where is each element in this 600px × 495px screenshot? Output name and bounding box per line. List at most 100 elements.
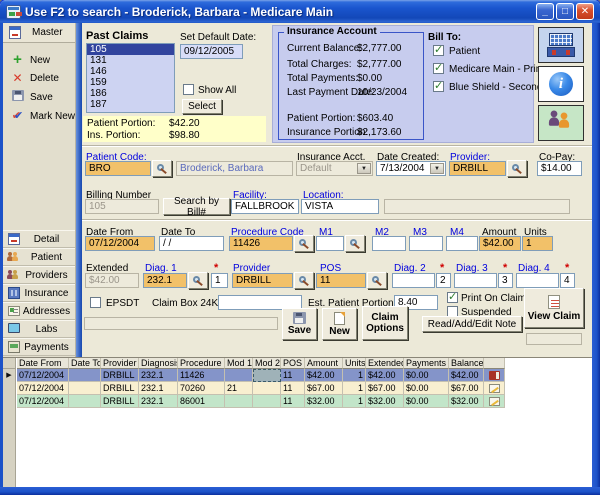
procedure-code-field[interactable]: 11426 [229, 236, 293, 251]
pos-search-button[interactable] [367, 272, 387, 289]
dropdown-arrow-icon[interactable]: ▼ [430, 163, 444, 174]
info-button[interactable]: i [538, 66, 584, 102]
claim-options-button[interactable]: Claim Options [362, 306, 408, 340]
sidebar-item-labs[interactable]: Labs [3, 320, 75, 338]
m3-field[interactable] [409, 236, 443, 251]
diag1-field[interactable]: 232.1 [143, 273, 187, 288]
patients-button[interactable] [538, 105, 584, 141]
diag3-field[interactable] [454, 273, 497, 288]
sidebar-item-addresses[interactable]: Addresses [3, 302, 75, 320]
bill-to-medicare-checkbox[interactable] [433, 63, 444, 74]
units-field[interactable]: 1 [522, 236, 553, 251]
claim-provider-search-button[interactable] [294, 272, 314, 289]
location-name-field [384, 199, 570, 214]
diag2-order-field[interactable]: 2 [436, 273, 451, 288]
sidebar-item-providers[interactable]: Providers [3, 266, 75, 284]
note-cell[interactable] [484, 369, 505, 382]
past-claims-item[interactable]: 105 [87, 44, 174, 55]
col-amount[interactable]: Amount [305, 358, 343, 369]
claim-new-button[interactable]: New [322, 308, 357, 340]
past-claims-item[interactable]: 131 [87, 55, 174, 66]
grid-row-selected[interactable]: 07/12/2004 DRBILL 232.1 11426 11 $42.00 … [17, 369, 505, 382]
magnifier-icon [299, 276, 306, 283]
diag4-order-field[interactable]: 4 [560, 273, 575, 288]
claim-provider-field[interactable]: DRBILL [232, 273, 293, 288]
patient-search-button[interactable] [152, 160, 172, 177]
m1-field[interactable] [316, 236, 344, 251]
m2-field[interactable] [372, 236, 406, 251]
col-payments[interactable]: Payments [404, 358, 449, 369]
print-on-claim-checkbox[interactable] [447, 292, 458, 303]
past-claims-item[interactable]: 187 [87, 99, 174, 110]
show-all-checkbox[interactable] [183, 84, 194, 95]
mark-new-label: Mark New [30, 111, 75, 122]
date-to-field[interactable]: / / [159, 236, 224, 251]
pos-field[interactable]: 11 [316, 273, 366, 288]
col-balance[interactable]: Balance [449, 358, 484, 369]
diag2-field[interactable] [392, 273, 435, 288]
col-date-from[interactable]: Date From [17, 358, 69, 369]
default-date-field[interactable]: 09/12/2005 [180, 44, 243, 59]
procedure-search-button[interactable] [294, 235, 314, 252]
past-claims-item[interactable]: 146 [87, 66, 174, 77]
grid-row[interactable]: 07/12/2004 DRBILL 232.1 70260 21 11 $67.… [17, 382, 505, 395]
facility-field[interactable]: FALLBROOK [231, 199, 299, 214]
billing-button[interactable] [538, 27, 584, 63]
col-mod1[interactable]: Mod 1 [225, 358, 253, 369]
col-procedure[interactable]: Procedure [178, 358, 225, 369]
focused-cell[interactable] [253, 369, 281, 382]
diag1-search-button[interactable] [188, 272, 208, 289]
col-date-to[interactable]: Date To [69, 358, 101, 369]
sidebar-item-detail[interactable]: Detail [3, 230, 75, 248]
location-field[interactable]: VISTA [301, 199, 379, 214]
col-extended[interactable]: Extended [366, 358, 404, 369]
sidebar-item-save[interactable]: Save [3, 88, 75, 106]
grid-row[interactable]: 07/12/2004 DRBILL 232.1 86001 11 $32.00 … [17, 395, 505, 408]
sidebar-item-patient[interactable]: Patient [3, 248, 75, 266]
diag3-order-field[interactable]: 3 [498, 273, 513, 288]
col-pos[interactable]: POS [281, 358, 305, 369]
total-payments-value: $0.00 [357, 73, 382, 84]
past-claims-item[interactable]: 159 [87, 77, 174, 88]
provider-field[interactable]: DRBILL [449, 161, 506, 176]
close-button[interactable]: ✕ [576, 3, 594, 20]
col-mod2[interactable]: Mod 2 [253, 358, 281, 369]
sidebar-item-new[interactable]: + New [3, 51, 75, 69]
edit-note-icon [489, 397, 500, 406]
bill-to-blueshield-checkbox[interactable] [433, 81, 444, 92]
sidebar-item-mark-new[interactable]: ✔✔ Mark New [3, 107, 75, 125]
date-created-select[interactable]: 7/13/2004▼ [376, 161, 446, 176]
sidebar-master-header[interactable]: Master [3, 23, 75, 43]
col-provider[interactable]: Provider [101, 358, 139, 369]
view-claim-button[interactable]: View Claim [524, 288, 584, 328]
edit-cell[interactable] [484, 382, 505, 395]
col-units[interactable]: Units [343, 358, 366, 369]
co-pay-field[interactable]: $14.00 [537, 161, 582, 176]
past-claims-list[interactable]: 105 131 146 159 186 187 [86, 43, 175, 113]
grid-row-gutter: ▶ [3, 358, 16, 487]
diag4-field[interactable] [516, 273, 559, 288]
section-divider [82, 219, 592, 221]
amount-field[interactable]: $42.00 [479, 236, 521, 251]
sidebar-item-payments[interactable]: Payments [3, 338, 75, 356]
patient-code-field[interactable]: BRO [85, 161, 151, 176]
minimize-button[interactable]: _ [536, 3, 554, 20]
delete-x-icon: ✕ [10, 71, 25, 85]
past-claims-item[interactable]: 186 [87, 88, 174, 99]
search-by-bill-button[interactable]: Search by Bill# [163, 198, 230, 215]
col-diagnosis[interactable]: Diagnosis [139, 358, 178, 369]
maximize-button[interactable]: □ [556, 3, 574, 20]
diag1-order-field[interactable]: 1 [211, 273, 228, 288]
select-button[interactable]: Select [182, 99, 222, 114]
m1-search-button[interactable] [345, 235, 365, 252]
bill-to-patient-checkbox[interactable] [433, 45, 444, 56]
provider-search-button[interactable] [507, 160, 527, 177]
claim-save-button[interactable]: Save [282, 308, 317, 340]
epsdt-checkbox[interactable] [90, 297, 101, 308]
read-add-edit-note-button[interactable]: Read/Add/Edit Note [422, 316, 522, 332]
date-from-field[interactable]: 07/12/2004 [85, 236, 155, 251]
sidebar-item-insurance[interactable]: Insurance [3, 284, 75, 302]
sidebar-item-delete[interactable]: ✕ Delete [3, 69, 75, 87]
m4-field[interactable] [446, 236, 478, 251]
edit-cell[interactable] [484, 395, 505, 408]
